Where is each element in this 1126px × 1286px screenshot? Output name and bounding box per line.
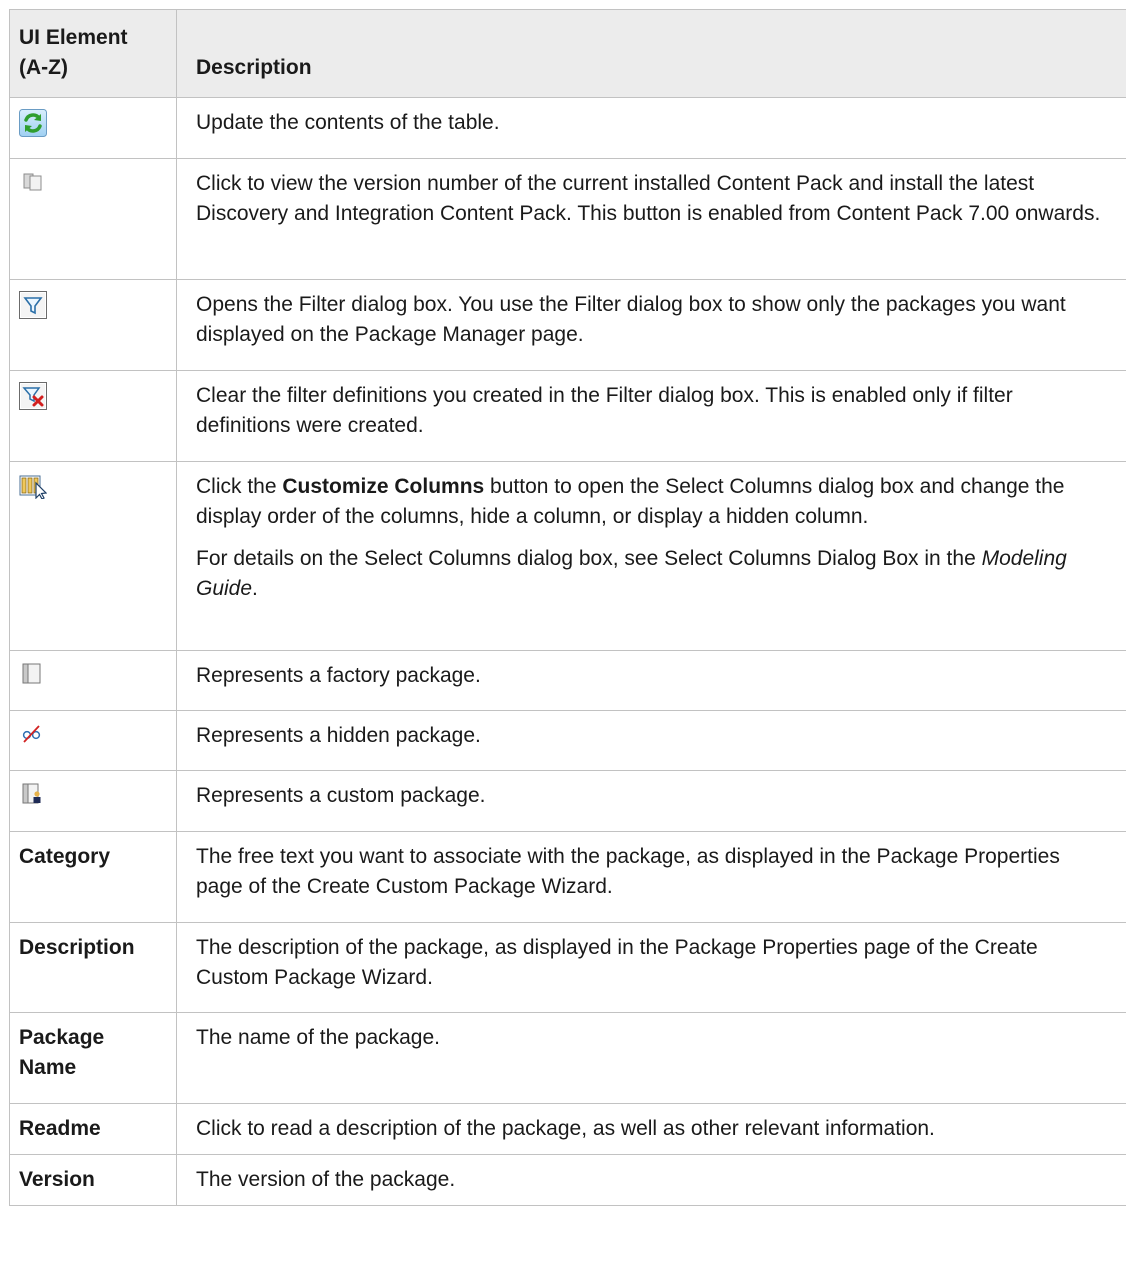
ui-element-cell	[9, 650, 177, 711]
custom-package-icon	[21, 782, 45, 806]
ui-element-cell	[9, 710, 177, 771]
customize-columns-icon	[19, 473, 47, 499]
ui-element-cell	[9, 370, 177, 462]
table-row: Update the contents of the table.	[9, 97, 1126, 159]
table-row: Opens the Filter dialog box. You use the…	[9, 279, 1126, 371]
table-row: Click to view the version number of the …	[9, 158, 1126, 280]
description-cell: Represents a custom package.	[176, 770, 1126, 832]
header-description: Description	[176, 9, 1126, 98]
filter-icon	[19, 291, 47, 319]
table-row: Represents a custom package.	[9, 770, 1126, 832]
content-pack-icon	[22, 170, 44, 192]
hidden-package-icon	[21, 722, 43, 744]
customize-columns-term: Customize Columns	[282, 475, 485, 498]
ui-element-cell: Readme	[9, 1103, 177, 1155]
table-row: Clear the filter definitions you created…	[9, 370, 1126, 462]
table-header-row: UI Element (A-Z) Description	[9, 9, 1126, 98]
table-row: Represents a factory package.	[9, 650, 1126, 711]
ui-element-cell	[9, 770, 177, 832]
clear-filter-icon	[19, 382, 47, 410]
table-row: Click the Customize Columns button to op…	[9, 461, 1126, 651]
ui-element-cell	[9, 461, 177, 651]
refresh-icon	[19, 109, 47, 137]
ui-elements-table: UI Element (A-Z) Description Update the …	[9, 9, 1126, 1206]
description-cell: Clear the filter definitions you created…	[176, 370, 1126, 462]
header-ui-element: UI Element (A-Z)	[9, 9, 177, 98]
description-cell: Represents a hidden package.	[176, 710, 1126, 771]
ui-element-cell: Description	[9, 922, 177, 1013]
table-row: Category The free text you want to assoc…	[9, 831, 1126, 923]
description-cell: Update the contents of the table.	[176, 97, 1126, 159]
ui-element-cell	[9, 279, 177, 371]
description-cell: Click to view the version number of the …	[176, 158, 1126, 280]
factory-package-icon	[21, 662, 43, 686]
ui-element-cell: Version	[9, 1154, 177, 1206]
description-cell: The description of the package, as displ…	[176, 922, 1126, 1013]
ui-element-cell	[9, 97, 177, 159]
description-cell: The name of the package.	[176, 1012, 1126, 1104]
description-cell: Click the Customize Columns button to op…	[176, 461, 1126, 651]
select-columns-reference: For details on the Select Columns dialog…	[196, 547, 1067, 600]
table-row: Readme Click to read a description of th…	[9, 1103, 1126, 1155]
description-cell: The free text you want to associate with…	[176, 831, 1126, 923]
table-row: Represents a hidden package.	[9, 710, 1126, 771]
description-cell: Click to read a description of the packa…	[176, 1103, 1126, 1155]
ui-element-cell	[9, 158, 177, 280]
table-row: Version The version of the package.	[9, 1154, 1126, 1206]
table-row: Description The description of the packa…	[9, 922, 1126, 1013]
table-row: Package Name The name of the package.	[9, 1012, 1126, 1104]
description-cell: The version of the package.	[176, 1154, 1126, 1206]
ui-element-cell: Category	[9, 831, 177, 923]
description-cell: Represents a factory package.	[176, 650, 1126, 711]
ui-element-cell: Package Name	[9, 1012, 177, 1104]
customize-columns-paragraph: Click the Customize Columns button to op…	[196, 475, 1065, 528]
description-cell: Opens the Filter dialog box. You use the…	[176, 279, 1126, 371]
